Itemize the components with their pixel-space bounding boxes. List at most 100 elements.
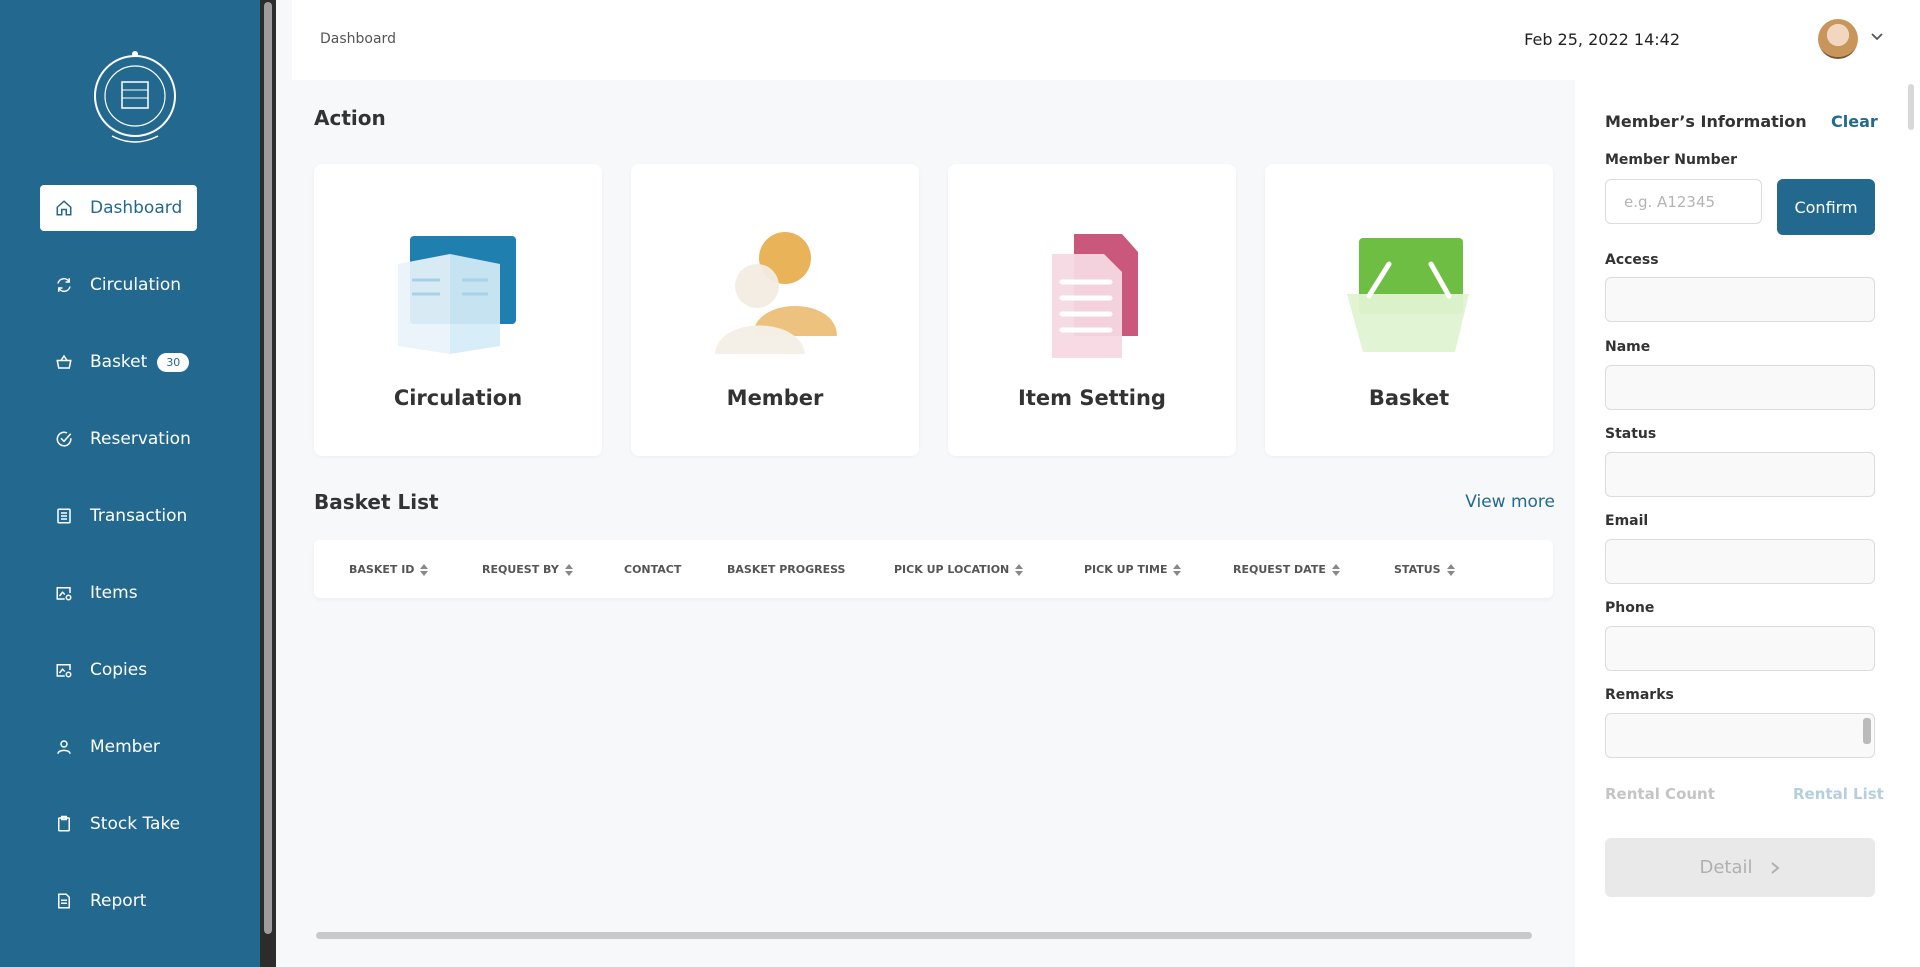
basket-count-badge: 30 bbox=[157, 352, 190, 372]
sidebar-scrollbar-thumb[interactable] bbox=[264, 2, 272, 934]
rental-list-link[interactable]: Rental List bbox=[1793, 785, 1884, 803]
action-title: Action bbox=[314, 106, 386, 130]
remarks-label: Remarks bbox=[1605, 687, 1674, 703]
action-card-member[interactable]: Member bbox=[631, 164, 919, 456]
access-label: Access bbox=[1605, 252, 1659, 268]
column-header-pick-up-time[interactable]: PICK UP TIME bbox=[1084, 563, 1182, 576]
column-header-basket-progress: BASKET PROGRESS bbox=[727, 563, 845, 576]
sidebar-item-label: Copies bbox=[90, 660, 148, 680]
sort-icon[interactable] bbox=[564, 563, 573, 576]
name-field[interactable] bbox=[1605, 365, 1875, 410]
column-label: CONTACT bbox=[624, 563, 682, 576]
action-card-label: Circulation bbox=[393, 386, 523, 410]
check-circle-icon bbox=[54, 429, 74, 449]
member-number-input[interactable] bbox=[1605, 179, 1762, 224]
basket-icon bbox=[1347, 238, 1469, 352]
sort-icon[interactable] bbox=[420, 563, 429, 576]
sidebar-item-label: Member bbox=[90, 737, 160, 757]
column-label: PICK UP TIME bbox=[1084, 563, 1168, 576]
list-icon bbox=[54, 506, 74, 526]
sidebar-item-label: Items bbox=[90, 583, 138, 603]
book-icon bbox=[398, 236, 516, 354]
confirm-button[interactable]: Confirm bbox=[1777, 179, 1875, 235]
column-header-pick-up-location[interactable]: PICK UP LOCATION bbox=[894, 563, 1024, 576]
home-icon bbox=[54, 198, 74, 218]
clear-button[interactable]: Clear bbox=[1831, 112, 1878, 131]
view-more-link[interactable]: View more bbox=[1465, 492, 1555, 512]
column-header-basket-id[interactable]: BASKET ID bbox=[349, 563, 429, 576]
sidebar-item-label: Dashboard bbox=[90, 198, 183, 218]
status-field[interactable] bbox=[1605, 452, 1875, 497]
remarks-field[interactable] bbox=[1605, 713, 1875, 758]
hong-kong-club-logo bbox=[94, 51, 176, 143]
sidebar-item-label: Report bbox=[90, 891, 147, 911]
column-label: REQUEST BY bbox=[482, 563, 559, 576]
document-icon bbox=[54, 891, 74, 911]
current-datetime: Feb 25, 2022 14:42 bbox=[1524, 30, 1680, 49]
sidebar-item-label: Stock Take bbox=[90, 814, 181, 834]
main-content: Action Circulation Member Item Setting B… bbox=[292, 80, 1575, 967]
remarks-scrollbar[interactable] bbox=[1863, 718, 1871, 744]
person-icon bbox=[715, 232, 837, 354]
phone-field[interactable] bbox=[1605, 626, 1875, 671]
sidebar-item-copies[interactable]: Copies bbox=[40, 647, 197, 693]
column-label: BASKET ID bbox=[349, 563, 415, 576]
member-number-label: Member Number bbox=[1605, 152, 1738, 168]
image-settings-icon bbox=[54, 583, 74, 603]
user-icon bbox=[54, 737, 74, 757]
sort-icon[interactable] bbox=[1173, 563, 1182, 576]
sidebar-item-circulation[interactable]: Circulation bbox=[40, 262, 197, 308]
panel-scrollbar-thumb[interactable] bbox=[1908, 84, 1914, 130]
column-label: REQUEST DATE bbox=[1233, 563, 1326, 576]
sidebar: Dashboard Circulation Basket 30 Reservat… bbox=[0, 0, 276, 967]
column-header-request-by[interactable]: REQUEST BY bbox=[482, 563, 573, 576]
basket-list-title: Basket List bbox=[314, 490, 439, 514]
sidebar-item-report[interactable]: Report bbox=[40, 878, 197, 924]
panel-scrollbar[interactable] bbox=[1904, 80, 1920, 967]
documents-icon bbox=[1052, 234, 1138, 358]
column-header-status[interactable]: STATUS bbox=[1394, 563, 1455, 576]
chevron-down-icon[interactable] bbox=[1870, 30, 1884, 44]
rental-count-label: Rental Count bbox=[1605, 785, 1715, 803]
detail-button[interactable]: Detail bbox=[1605, 838, 1875, 897]
sidebar-item-member[interactable]: Member bbox=[40, 724, 197, 770]
clipboard-icon bbox=[54, 814, 74, 834]
status-label: Status bbox=[1605, 426, 1657, 442]
member-info-title: Member’s Information bbox=[1605, 112, 1807, 131]
column-label: STATUS bbox=[1394, 563, 1441, 576]
sidebar-item-stock-take[interactable]: Stock Take bbox=[40, 801, 197, 847]
action-card-basket[interactable]: Basket bbox=[1265, 164, 1553, 456]
sort-icon[interactable] bbox=[1331, 563, 1340, 576]
column-label: PICK UP LOCATION bbox=[894, 563, 1010, 576]
sidebar-item-reservation[interactable]: Reservation bbox=[40, 416, 197, 462]
action-card-label: Member bbox=[726, 386, 824, 410]
top-bar: Dashboard Feb 25, 2022 14:42 bbox=[292, 0, 1920, 80]
action-card-label: Item Setting bbox=[1018, 386, 1166, 410]
detail-button-label: Detail bbox=[1699, 857, 1753, 878]
email-label: Email bbox=[1605, 513, 1649, 529]
sidebar-item-label: Basket bbox=[90, 352, 148, 372]
sidebar-scrollbar[interactable] bbox=[260, 0, 276, 967]
column-header-request-date[interactable]: REQUEST DATE bbox=[1233, 563, 1340, 576]
action-card-circulation[interactable]: Circulation bbox=[314, 164, 602, 456]
access-field[interactable] bbox=[1605, 277, 1875, 322]
member-info-panel: Member’s Information Clear Member Number… bbox=[1575, 80, 1920, 967]
column-label: BASKET PROGRESS bbox=[727, 563, 846, 576]
table-horizontal-scrollbar[interactable] bbox=[314, 929, 1553, 941]
avatar[interactable] bbox=[1818, 19, 1858, 59]
sort-icon[interactable] bbox=[1446, 563, 1455, 576]
sidebar-item-transaction[interactable]: Transaction bbox=[40, 493, 197, 539]
table-scrollbar-thumb[interactable] bbox=[316, 932, 1532, 939]
sidebar-item-label: Reservation bbox=[90, 429, 191, 449]
sidebar-item-items[interactable]: Items bbox=[40, 570, 197, 616]
email-field[interactable] bbox=[1605, 539, 1875, 584]
basket-list-table: BASKET ID REQUEST BY CONTACT BASKET PROG… bbox=[314, 540, 1553, 598]
image-settings-icon bbox=[54, 660, 74, 680]
sort-icon[interactable] bbox=[1015, 563, 1024, 576]
sidebar-item-label: Circulation bbox=[90, 275, 182, 295]
breadcrumb[interactable]: Dashboard bbox=[320, 31, 396, 47]
basket-icon bbox=[54, 352, 74, 372]
sidebar-item-dashboard[interactable]: Dashboard bbox=[40, 185, 197, 231]
action-card-item-setting[interactable]: Item Setting bbox=[948, 164, 1236, 456]
sidebar-item-basket[interactable]: Basket 30 bbox=[40, 339, 197, 385]
